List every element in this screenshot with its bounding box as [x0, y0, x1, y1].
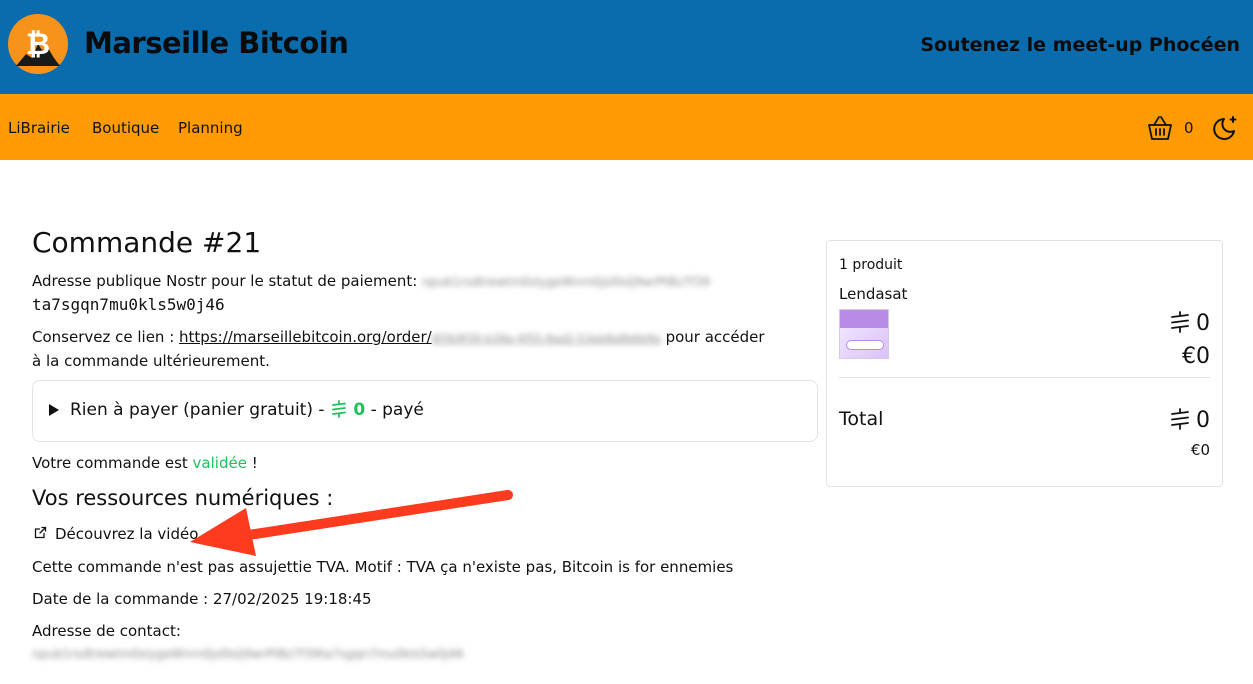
- order-date: Date de la commande : 27/02/2025 19:18:4…: [32, 590, 372, 608]
- nostr-address-tail: ta7sgqn7mu0kls5w0j46: [32, 295, 225, 314]
- nav-item-librairie[interactable]: LiBrairie: [8, 119, 70, 137]
- contact-label: Adresse de contact:: [32, 622, 181, 640]
- satoshi-icon: [1171, 408, 1189, 430]
- total-label: Total: [839, 408, 884, 430]
- product-price-sat: 0: [1170, 311, 1210, 336]
- site-header: ₿ Marseille Bitcoin Soutenez le meet-up …: [0, 0, 1253, 94]
- total-sat-value: 0: [1196, 408, 1210, 433]
- order-title: Commande #21: [32, 226, 262, 259]
- nav-item-planning[interactable]: Planning: [178, 119, 243, 137]
- order-link-prefix: Conservez ce lien :: [32, 328, 180, 346]
- order-link-suffix-line2: à la commande ultérieurement.: [32, 352, 270, 370]
- nav-item-boutique[interactable]: Boutique: [92, 119, 159, 137]
- order-validated-line: Votre commande est validée !: [32, 454, 258, 472]
- order-link-line: Conservez ce lien : https://marseillebit…: [32, 328, 765, 346]
- nostr-label: Adresse publique Nostr pour le statut de…: [32, 272, 418, 290]
- bitcoin-logo-icon[interactable]: ₿: [8, 14, 68, 74]
- svg-text:₿: ₿: [26, 27, 50, 62]
- order-link-id-blurred[interactable]: 6f3b9f30-b39a-4f55-8ad2-53eb8a8b6b9a: [432, 332, 661, 345]
- validated-prefix: Votre commande est: [32, 454, 193, 472]
- contact-address-blurred: npub1rsdtrewtm0slygeWnrn0jsl0slj9wrPtBz7…: [32, 647, 464, 661]
- total-price-sat: 0: [1170, 408, 1210, 433]
- annotation-arrow: [190, 490, 513, 556]
- summary-divider: [839, 377, 1210, 378]
- payment-summary: Rien à payer (panier gratuit) - 0 - payé: [70, 400, 424, 420]
- vat-notice: Cette commande n'est pas assujettie TVA.…: [32, 558, 734, 576]
- disclosure-triangle-icon: [49, 404, 59, 416]
- validated-suffix: !: [246, 454, 258, 472]
- moon-icon[interactable]: [1212, 114, 1240, 142]
- product-price-eur: €0: [1182, 344, 1210, 369]
- product-name[interactable]: Lendasat: [839, 285, 907, 303]
- nostr-address-line: Adresse publique Nostr pour le statut de…: [32, 272, 710, 290]
- payment-label: Rien à payer (panier gratuit) -: [70, 400, 325, 420]
- total-price-eur: €0: [1190, 441, 1210, 459]
- order-link-suffix: pour accéder: [665, 328, 765, 346]
- basket-icon[interactable]: [1146, 114, 1174, 142]
- product-thumbnail[interactable]: [839, 309, 889, 359]
- payment-amount: 0: [353, 400, 366, 420]
- validated-status: validée: [192, 454, 247, 472]
- nostr-address-blurred: npub1rsdtrewtm0slygeWnrn0jsl0slj9wrPtBz7…: [422, 275, 711, 289]
- satoshi-icon: [332, 400, 346, 418]
- payment-details-toggle[interactable]: Rien à payer (panier gratuit) - 0 - payé: [32, 380, 818, 442]
- payment-status: - payé: [370, 400, 424, 420]
- site-title[interactable]: Marseille Bitcoin: [84, 26, 349, 60]
- cart-count: 0: [1184, 119, 1194, 137]
- order-link[interactable]: https://marseillebitcoin.org/order/: [179, 328, 432, 346]
- external-link-icon[interactable]: [34, 526, 47, 539]
- main-nav: LiBrairie Boutique Planning 0: [0, 94, 1253, 160]
- satoshi-icon: [1171, 311, 1189, 333]
- product-sat-value: 0: [1196, 311, 1210, 336]
- video-resource-link[interactable]: Découvrez la vidéo: [55, 525, 198, 543]
- product-count: 1 produit: [839, 257, 903, 273]
- site-tagline: Soutenez le meet-up Phocéen: [920, 34, 1240, 56]
- order-summary-card: 1 produit Lendasat 0 €0 Total 0 €0: [826, 240, 1223, 487]
